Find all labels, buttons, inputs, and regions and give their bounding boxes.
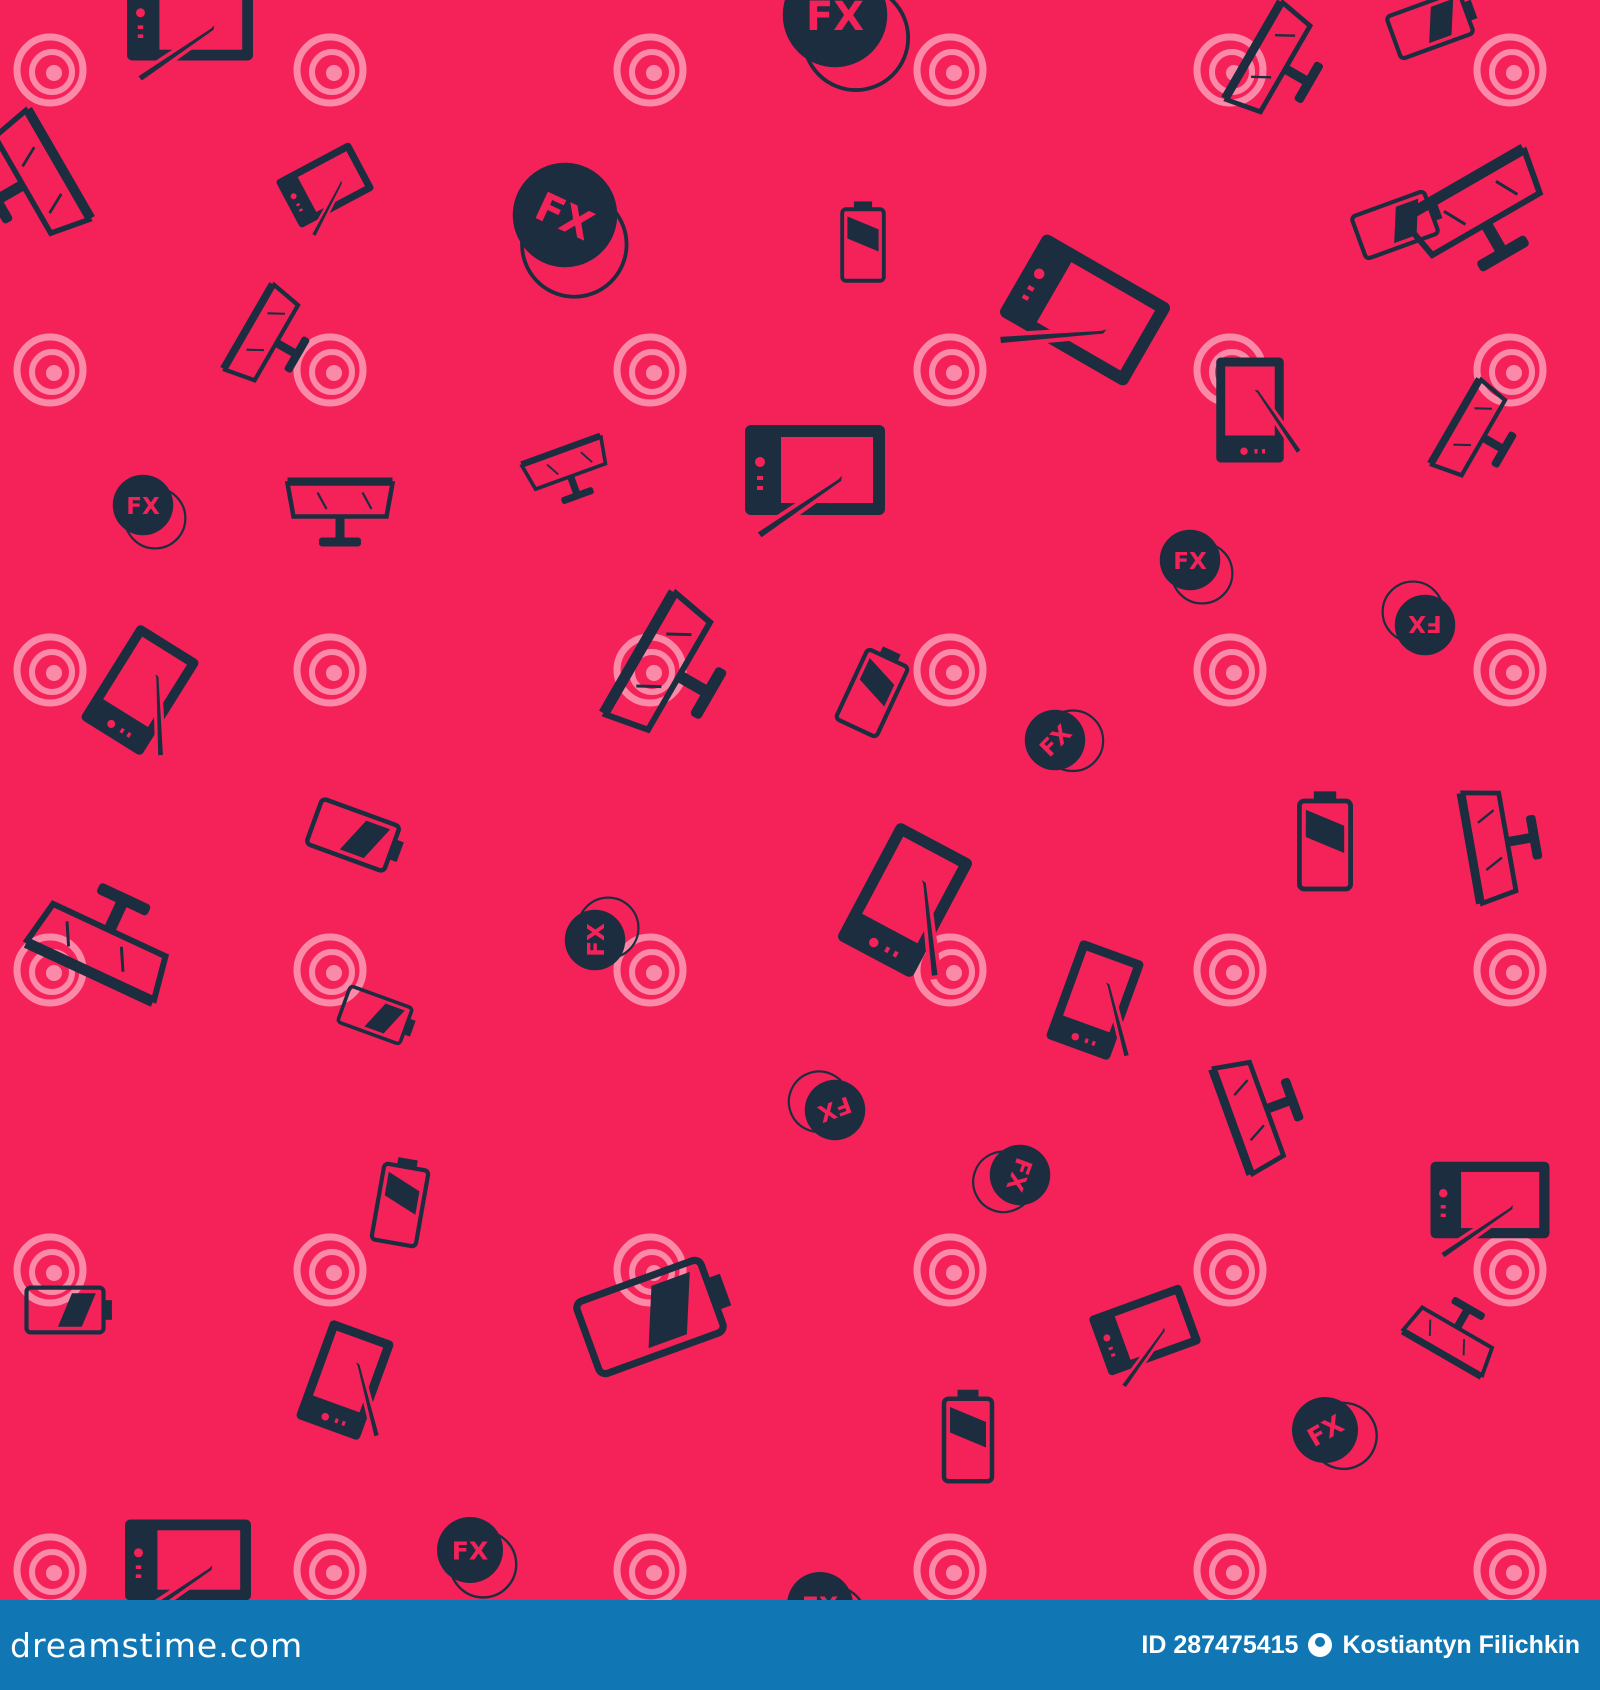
monitor-on-stand-icon xyxy=(0,106,95,237)
svg-text:FX: FX xyxy=(1173,549,1207,575)
dreamstime-spiral-logo xyxy=(1193,1533,1267,1600)
monitor-on-stand-icon xyxy=(284,477,396,547)
fx-effect-icon: FX xyxy=(787,1070,866,1141)
monitor-on-stand-icon xyxy=(1456,790,1543,907)
graphic-tablet-icon xyxy=(81,625,199,759)
dreamstime-spiral-logo xyxy=(1473,33,1547,107)
author-name[interactable]: Kostiantyn Filichkin xyxy=(1342,1631,1580,1660)
svg-text:FX: FX xyxy=(584,923,610,957)
svg-text:FX: FX xyxy=(802,1592,839,1600)
dreamstime-spiral-logo xyxy=(293,633,367,707)
seamless-pattern: FX FX FX FX FX FX FX FX FX FX FX FX xyxy=(0,0,1600,1600)
graphic-tablet-icon xyxy=(125,1519,251,1600)
dreamstime-spiral-logo xyxy=(1473,1533,1547,1600)
footer-bar: dreamstime.com ID 287475415 Kostiantyn F… xyxy=(0,1600,1600,1690)
dreamstime-spiral-logo xyxy=(613,933,687,1007)
dreamstime-spiral-logo xyxy=(913,633,987,707)
monitor-on-stand-icon xyxy=(1427,376,1517,478)
author-avatar-icon xyxy=(1308,1633,1333,1657)
fx-effect-icon: FX xyxy=(782,0,911,92)
dreamstime-spiral-logo xyxy=(293,1533,367,1600)
dreamstime-spiral-logo xyxy=(1473,933,1547,1007)
dreamstime-spiral-logo xyxy=(913,1533,987,1600)
dreamstime-spiral-logo xyxy=(613,333,687,407)
fx-effect-icon: FX xyxy=(1381,580,1456,656)
battery-low-icon xyxy=(1385,0,1478,61)
svg-text:FX: FX xyxy=(1408,610,1442,636)
dreamstime-spiral-logo xyxy=(1193,1233,1267,1307)
svg-text:FX: FX xyxy=(806,0,864,40)
dreamstime-spiral-logo xyxy=(1473,633,1547,707)
graphic-tablet-icon xyxy=(745,425,885,543)
dreamstime-spiral-logo xyxy=(613,1533,687,1600)
battery-low-icon xyxy=(834,646,910,739)
fx-effect-icon: FX xyxy=(787,1572,862,1600)
dreamstime-spiral-logo xyxy=(913,1233,987,1307)
battery-low-icon xyxy=(369,1157,431,1249)
graphic-tablet-icon xyxy=(1089,1284,1201,1391)
monitor-on-stand-icon xyxy=(1398,144,1544,272)
fx-effect-icon: FX xyxy=(1159,529,1234,605)
dreamstime-spiral-logo xyxy=(13,1533,87,1600)
monitor-on-stand-icon xyxy=(1208,1059,1304,1178)
dreamstime-spiral-logo xyxy=(1193,633,1267,707)
battery-low-icon xyxy=(305,797,404,873)
battery-low-icon xyxy=(573,1256,732,1378)
dreamstime-spiral-logo xyxy=(613,33,687,107)
fx-effect-icon: FX xyxy=(437,1517,518,1599)
dreamstime-spiral-logo xyxy=(293,333,367,407)
monitor-on-stand-icon xyxy=(1221,0,1323,115)
dreamstime-spiral-logo xyxy=(913,33,987,107)
image-id: ID 287475415 xyxy=(1141,1630,1299,1659)
svg-text:FX: FX xyxy=(452,1537,489,1566)
dreamstime-spiral-logo xyxy=(293,933,367,1007)
fx-effect-icon: FX xyxy=(564,896,640,971)
image-credit: ID 287475415 Kostiantyn Filichkin xyxy=(1141,1631,1580,1660)
battery-low-icon xyxy=(1296,791,1354,892)
fx-effect-icon: FX xyxy=(1024,709,1105,773)
graphic-tablet-icon xyxy=(1216,357,1305,463)
dreamstime-spiral-logo xyxy=(293,1233,367,1307)
fx-effect-icon: FX xyxy=(512,162,629,299)
monitor-on-stand-icon xyxy=(519,432,608,505)
pattern-canvas: FX FX FX FX FX FX FX FX FX FX FX FX xyxy=(0,0,1550,1600)
graphic-tablet-icon xyxy=(1046,940,1144,1061)
dreamstime-spiral-logo xyxy=(913,333,987,407)
fx-effect-icon: FX xyxy=(972,1144,1051,1214)
svg-text:FX: FX xyxy=(126,494,160,520)
fx-effect-icon: FX xyxy=(1291,1396,1378,1471)
site-name[interactable]: dreamstime.com xyxy=(10,1626,303,1665)
graphic-tablet-icon xyxy=(127,0,253,86)
graphic-tablet-icon xyxy=(995,234,1170,386)
graphic-tablet-icon xyxy=(276,142,374,239)
dreamstime-spiral-logo xyxy=(1473,1233,1547,1307)
dreamstime-spiral-logo xyxy=(1473,333,1547,407)
fx-effect-icon: FX xyxy=(112,474,187,550)
dreamstime-spiral-logo xyxy=(13,633,87,707)
dreamstime-spiral-logo xyxy=(13,333,87,407)
battery-low-icon xyxy=(840,201,886,283)
dreamstime-spiral-logo xyxy=(13,33,87,107)
dreamstime-spiral-logo xyxy=(1193,933,1267,1007)
dreamstime-spiral-logo xyxy=(293,33,367,107)
graphic-tablet-icon xyxy=(296,1320,394,1441)
battery-low-icon xyxy=(941,1389,995,1484)
